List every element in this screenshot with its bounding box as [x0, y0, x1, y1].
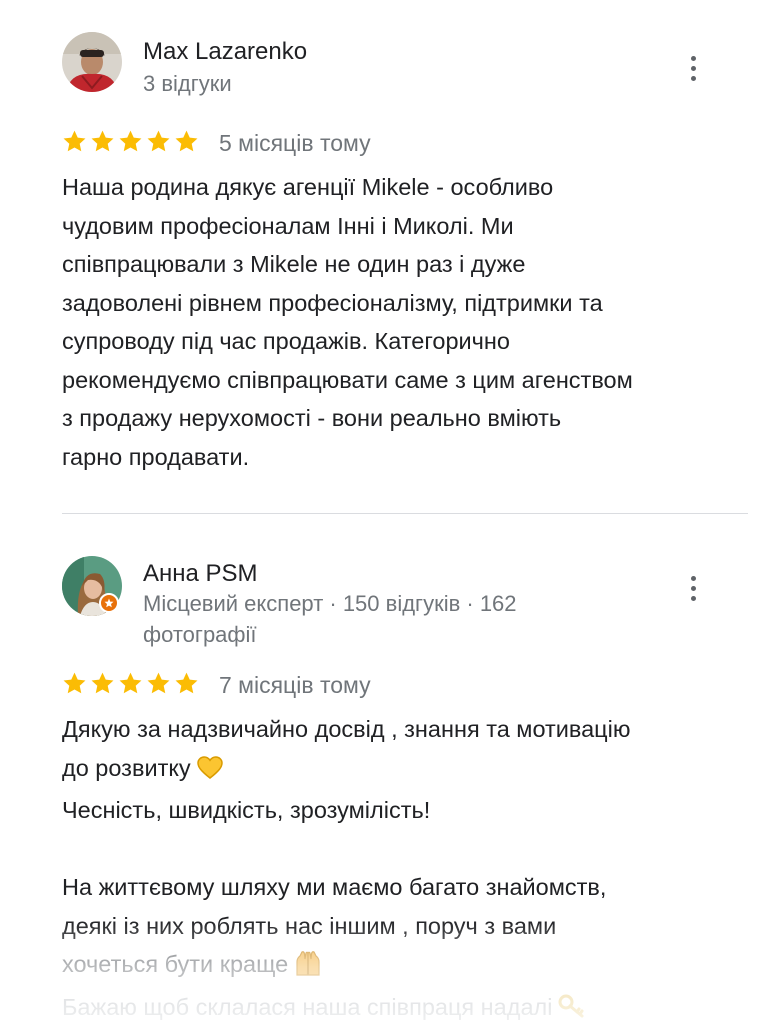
star-icon [62, 671, 87, 696]
star-icon [118, 129, 143, 154]
review-text-line: з продажу нерухомості - вони реально вмі… [62, 399, 742, 438]
star-rating [62, 129, 199, 154]
review-text-line: Дякую за надзвичайно досвід , знання та … [62, 710, 742, 749]
review-text-line: хочеться бути краще [62, 945, 742, 988]
reviewer-avatar[interactable] [62, 32, 122, 92]
review-text-line: рекомендуємо співпрацювати саме з цим аг… [62, 361, 742, 400]
review-card: Max Lazarenko 3 відгуки 5 місяців тому Н… [0, 0, 775, 513]
star-icon [174, 129, 199, 154]
star-icon [90, 671, 115, 696]
review-text-line: деякі із них роблять нас іншим , поруч з… [62, 907, 742, 946]
raising-hands-emoji [294, 949, 322, 988]
reviewer-stats[interactable]: Місцевий експерт · 150 відгуків · 162 фо… [143, 588, 517, 650]
review-text-line: гарно продавати. [62, 438, 742, 477]
reviewer-name[interactable]: Max Lazarenko [143, 38, 307, 66]
star-icon [118, 671, 143, 696]
more-options-button[interactable] [678, 568, 708, 608]
star-rating [62, 671, 199, 696]
key-emoji [558, 992, 586, 1030]
review-text-line: супроводу під час продажів. Категорично [62, 322, 742, 361]
star-icon [62, 129, 87, 154]
reviewer-stats-line: Місцевий експерт · 150 відгуків · 162 [143, 588, 517, 619]
review-time: 7 місяців тому [219, 672, 371, 699]
star-icon [90, 129, 115, 154]
more-vert-icon [691, 56, 696, 61]
more-options-button[interactable] [678, 48, 708, 88]
star-icon [146, 129, 171, 154]
review-time: 5 місяців тому [219, 130, 371, 157]
review-text-line [62, 830, 742, 869]
star-icon [174, 671, 199, 696]
review-text-line: задоволені рівнем професіоналізму, підтр… [62, 284, 742, 323]
reviewer-name[interactable]: Анна PSM [143, 560, 258, 588]
review-text-line: до розвитку [62, 749, 742, 792]
review-text-line: Чесність, швидкість, зрозумілість! [62, 791, 742, 830]
review-text: Дякую за надзвичайно досвід , знання та … [62, 710, 742, 1030]
review-text-line: чудовим професіоналам Інні і Миколі. Ми [62, 207, 742, 246]
star-icon [146, 671, 171, 696]
local-guide-badge-icon [99, 593, 119, 613]
review-text-line: Наша родина дякує агенції Mikele - особл… [62, 168, 742, 207]
review-text-line: На життєвому шляху ми маємо багато знайо… [62, 868, 742, 907]
review-card: Анна PSM Місцевий експерт · 150 відгуків… [0, 514, 775, 1024]
more-vert-icon [691, 576, 696, 581]
reviewer-stats-line: фотографії [143, 619, 517, 650]
avatar-photo [62, 32, 122, 92]
review-text-line: співпрацювали з Mikele не один раз і дуж… [62, 245, 742, 284]
yellow-heart-emoji [197, 753, 223, 792]
reviewer-review-count[interactable]: 3 відгуки [143, 68, 232, 99]
review-text: Наша родина дякує агенції Mikele - особл… [62, 168, 742, 476]
